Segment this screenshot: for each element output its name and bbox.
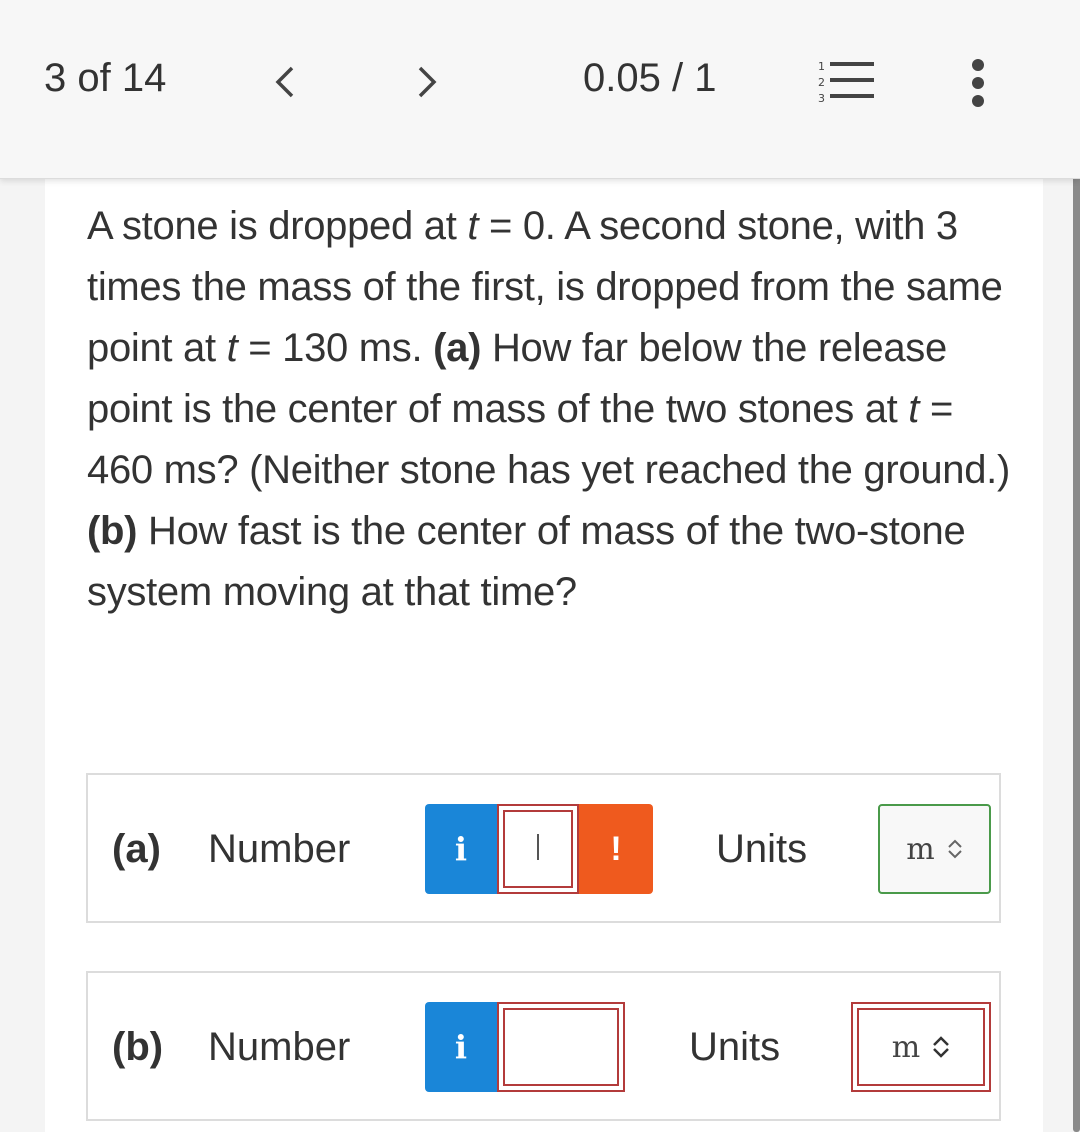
units-select-a[interactable]: m: [878, 804, 991, 894]
part-label: (a): [112, 827, 161, 871]
number-label: Number: [208, 827, 351, 871]
answer-input-a[interactable]: [497, 804, 579, 894]
chevron-right-icon: [418, 66, 437, 98]
scrollbar[interactable]: [1073, 155, 1080, 1132]
question-segment: t: [467, 204, 479, 248]
svg-text:1: 1: [818, 60, 825, 73]
select-inner-border: [857, 1008, 985, 1086]
question-counter: 3 of 14: [44, 56, 167, 100]
question-segment: A stone is dropped at: [87, 204, 468, 248]
previous-question-button[interactable]: [268, 62, 302, 102]
question-segment: (b): [87, 509, 138, 553]
question-segment: = 130 ms.: [237, 326, 434, 370]
alert-button[interactable]: !: [579, 804, 653, 894]
units-select-b[interactable]: m: [851, 1002, 991, 1092]
units-value: m: [891, 1029, 921, 1065]
question-text: A stone is dropped at t = 0. A second st…: [87, 196, 1017, 623]
chevron-up-down-icon: [932, 1035, 950, 1059]
part-label: (b): [112, 1025, 164, 1069]
question-segment: (a): [433, 326, 482, 370]
input-inner-border: [503, 1008, 619, 1086]
numbered-list-icon[interactable]: 1 2 3: [814, 58, 876, 106]
units-label: Units: [716, 827, 808, 871]
score-display: 0.05 / 1: [583, 56, 717, 100]
answer-row-a: (a) Number i ! Units m: [86, 773, 1001, 923]
info-button[interactable]: i: [425, 804, 497, 894]
question-segment: t: [226, 326, 238, 370]
question-segment: How fast is the center of mass of the tw…: [87, 509, 966, 614]
answer-row-b: (b) Number i Units m: [86, 971, 1001, 1121]
top-toolbar: 3 of 14 0.05 / 1 1 2 3: [0, 0, 1080, 179]
chevron-left-icon: [275, 66, 294, 98]
question-segment: t: [908, 387, 920, 431]
answer-input-b[interactable]: [497, 1002, 625, 1092]
chevron-up-down-icon: [947, 838, 963, 860]
units-label: Units: [689, 1025, 781, 1069]
units-value: m: [906, 831, 935, 867]
next-question-button[interactable]: [410, 62, 444, 102]
alert-icon: !: [610, 829, 622, 868]
more-vertical-icon[interactable]: [966, 58, 990, 108]
svg-text:3: 3: [818, 92, 825, 105]
svg-text:2: 2: [818, 76, 825, 89]
info-icon: i: [454, 1028, 468, 1066]
info-icon: i: [454, 830, 468, 868]
number-label: Number: [208, 1025, 351, 1069]
text-cursor: [537, 834, 539, 860]
info-button[interactable]: i: [425, 1002, 497, 1092]
